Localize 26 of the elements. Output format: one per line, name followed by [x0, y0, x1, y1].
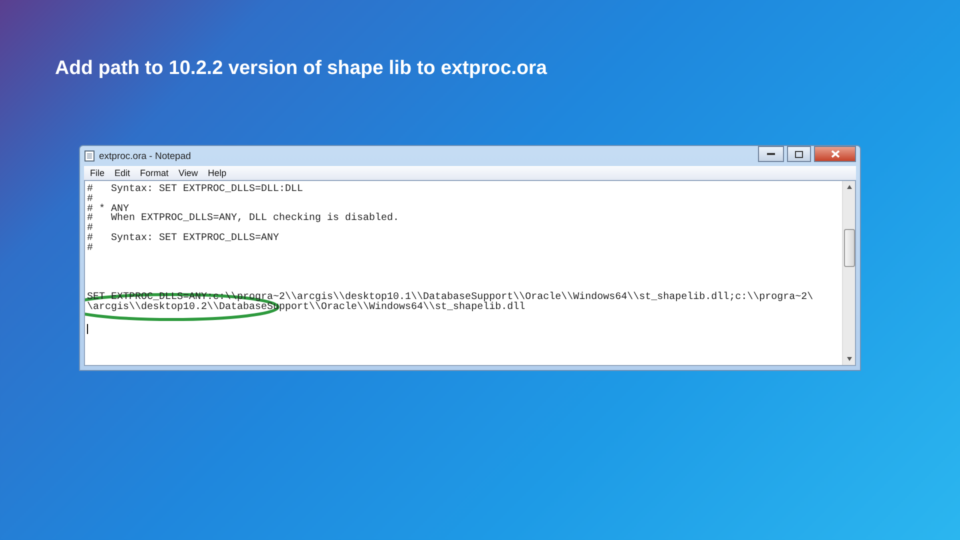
notepad-icon: [84, 150, 95, 162]
menu-item[interactable]: View: [178, 168, 198, 178]
minimize-icon: [767, 152, 775, 156]
text-line: #: [87, 242, 94, 254]
text-line: # Syntax: SET EXTPROC_DLLS=ANY: [87, 232, 280, 244]
scroll-up-icon: [846, 185, 852, 189]
menu-item[interactable]: Format: [140, 168, 169, 178]
slide-title: Add path to 10.2.2 version of shape lib to extproc.ora: [55, 56, 548, 80]
text-line: #: [87, 194, 94, 205]
menu-item[interactable]: Edit: [114, 168, 130, 178]
text-area[interactable]: [84, 180, 856, 366]
scrollbar[interactable]: [842, 181, 855, 365]
menu-item[interactable]: Help: [208, 168, 226, 178]
minimize-button[interactable]: [758, 146, 784, 162]
text-cursor: [87, 324, 88, 334]
text-line: #: [87, 223, 94, 234]
text-line: # When EXTPROC_DLLS=ANY, DLL checking is disabled.: [87, 213, 400, 224]
scroll-down-icon: [846, 357, 852, 361]
close-button[interactable]: [814, 146, 856, 162]
menu-item[interactable]: File: [90, 168, 105, 178]
text-line: # Syntax: SET EXTPROC_DLLS=DLL:DLL: [87, 184, 304, 195]
window-title: extproc.ora - Notepad: [99, 150, 191, 162]
maximize-button[interactable]: [787, 146, 811, 162]
maximize-icon: [795, 150, 803, 158]
close-icon: [830, 150, 840, 158]
scroll-thumb[interactable]: [844, 229, 854, 267]
